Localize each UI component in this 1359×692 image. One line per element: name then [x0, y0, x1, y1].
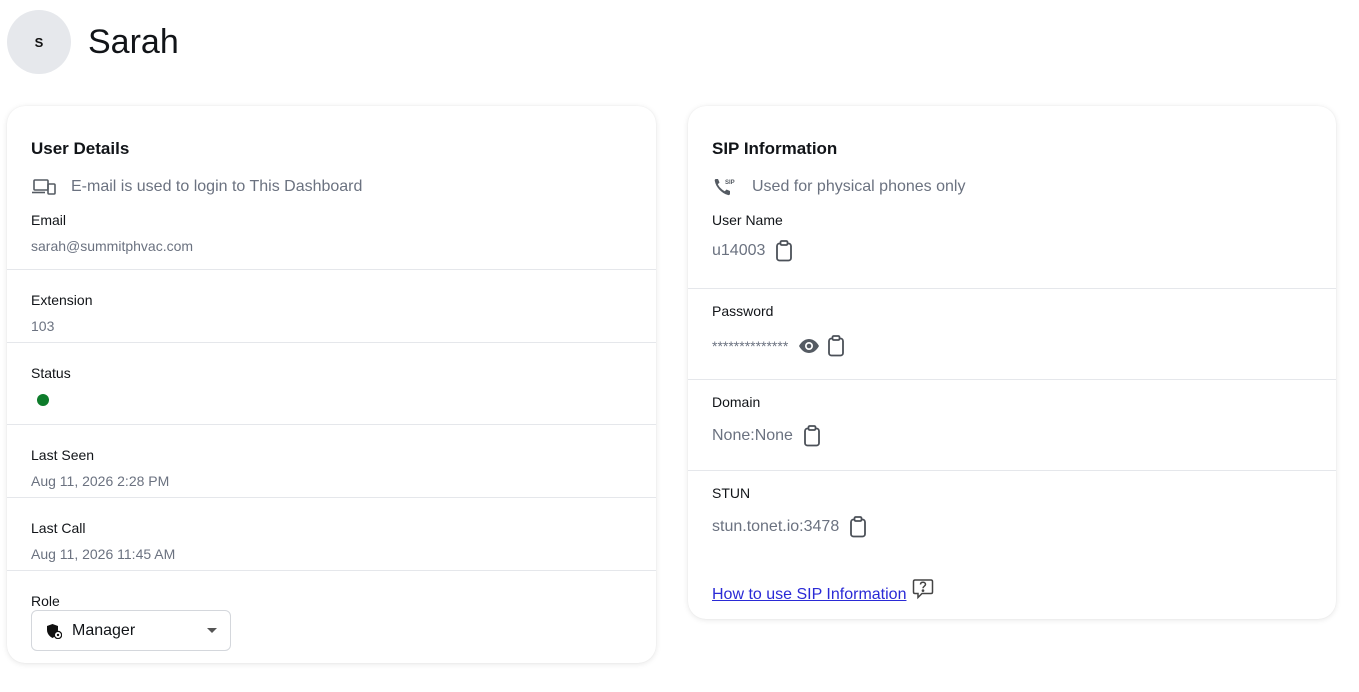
extension-row: Extension 103: [7, 270, 656, 343]
sip-information-title: SIP Information: [712, 139, 838, 158]
stun-value: stun.tonet.io:3478: [712, 518, 840, 535]
role-label: Role: [31, 593, 60, 609]
email-row: Email sarah@summitphvac.com: [7, 202, 656, 270]
role-row: Role Manager: [7, 571, 656, 663]
extension-label: Extension: [31, 292, 93, 308]
password-row: Password **************: [688, 289, 1336, 380]
domain-value: None:None: [712, 427, 793, 444]
login-hint-text: E-mail is used to login to This Dashboar…: [71, 178, 363, 195]
user-details-card: User Details E-mail is used to login to …: [7, 106, 656, 663]
username-label: User Name: [712, 212, 783, 228]
page-header: S Sarah: [7, 10, 179, 74]
extension-value: 103: [31, 318, 55, 334]
username-value: u14003: [712, 242, 766, 259]
help-link-group: How to use SIP Information: [712, 578, 934, 604]
copy-icon[interactable]: [849, 516, 867, 538]
email-value: sarah@summitphvac.com: [31, 238, 194, 254]
domain-row: Domain None:None: [688, 380, 1336, 471]
role-selected-value: Manager: [72, 621, 136, 639]
password-value-group: **************: [712, 335, 845, 357]
stun-value-group: stun.tonet.io:3478: [712, 516, 867, 538]
page-title: Sarah: [88, 22, 179, 61]
last-call-row: Last Call Aug 11, 2026 11:45 AM: [7, 498, 656, 571]
status-indicator: [37, 394, 49, 406]
password-label: Password: [712, 303, 774, 319]
sip-help-link[interactable]: How to use SIP Information: [712, 586, 906, 604]
avatar: S: [7, 10, 71, 74]
domain-value-group: None:None: [712, 425, 821, 447]
user-details-title: User Details: [31, 139, 130, 158]
domain-label: Domain: [712, 394, 761, 410]
eye-icon[interactable]: [798, 338, 820, 354]
shield-icon: [46, 623, 62, 639]
password-value: **************: [712, 338, 789, 354]
sip-hint: SIP Used for physical phones only: [712, 176, 965, 198]
last-call-label: Last Call: [31, 520, 86, 536]
sip-icon-text: SIP: [725, 180, 735, 186]
last-seen-label: Last Seen: [31, 447, 95, 463]
username-value-group: u14003: [712, 240, 793, 262]
sip-hint-text: Used for physical phones only: [752, 178, 966, 195]
stun-label: STUN: [712, 485, 751, 501]
status-row: Status: [7, 343, 656, 425]
copy-icon[interactable]: [827, 335, 845, 357]
sip-information-card: SIP Information SIP Used for physical ph…: [688, 106, 1336, 619]
role-select[interactable]: Manager: [31, 610, 231, 651]
email-label: Email: [31, 212, 67, 228]
username-row: User Name u14003: [688, 202, 1336, 289]
last-seen-row: Last Seen Aug 11, 2026 2:28 PM: [7, 425, 656, 498]
chevron-down-icon: [207, 628, 217, 633]
devices-icon: [31, 176, 57, 198]
copy-icon[interactable]: [775, 240, 793, 262]
last-call-value: Aug 11, 2026 11:45 AM: [31, 546, 176, 562]
sip-phone-icon: SIP: [712, 176, 738, 198]
login-hint: E-mail is used to login to This Dashboar…: [31, 176, 362, 198]
stun-row: STUN stun.tonet.io:3478: [688, 471, 1336, 562]
help-bubble-icon[interactable]: [912, 578, 934, 600]
avatar-initial: S: [34, 34, 44, 50]
status-label: Status: [31, 365, 71, 381]
last-seen-value: Aug 11, 2026 2:28 PM: [31, 473, 170, 489]
copy-icon[interactable]: [803, 425, 821, 447]
